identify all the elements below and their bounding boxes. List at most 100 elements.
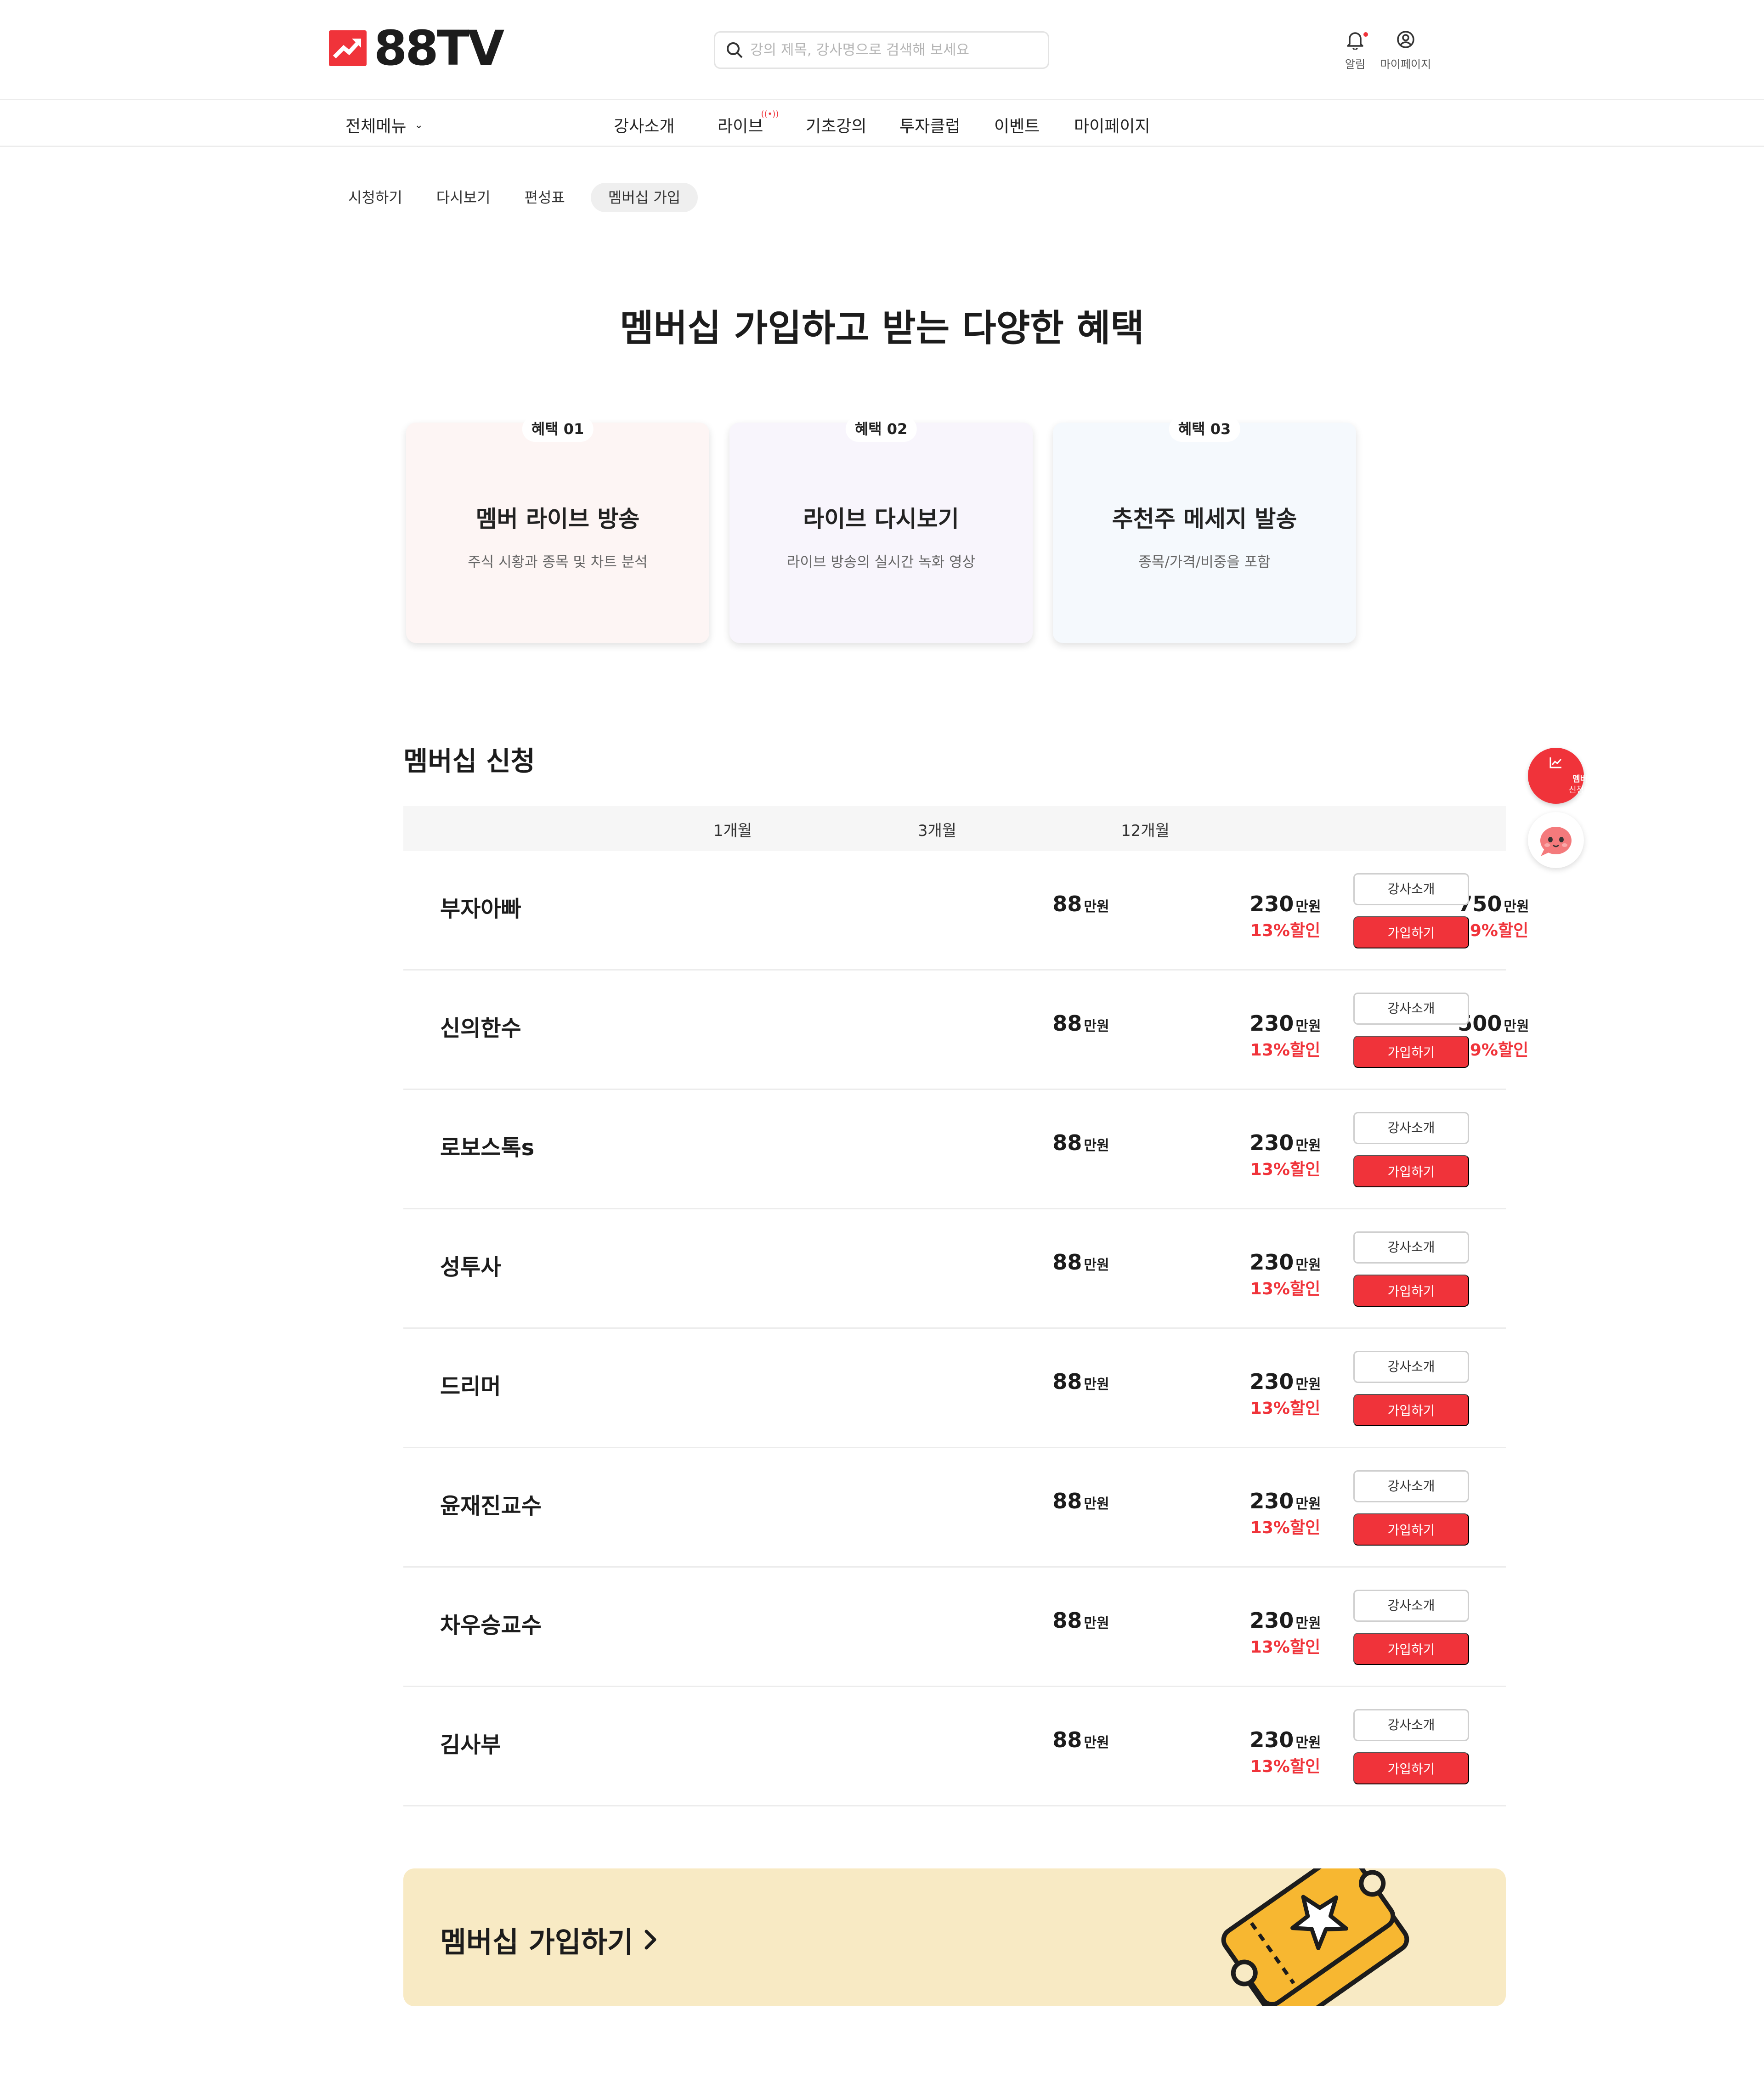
price-amount: 230 bbox=[1250, 1250, 1294, 1275]
benefit-title: 라이브 다시보기 bbox=[803, 506, 959, 532]
instructor-intro-button[interactable]: 강사소개 bbox=[1353, 1470, 1469, 1502]
price-3month: 230 만원 13%할인 bbox=[1216, 1608, 1354, 1658]
all-menu-button[interactable]: 전체메뉴 ⌄ bbox=[345, 113, 423, 137]
price-unit: 만원 bbox=[1295, 1496, 1321, 1512]
column-header-1month: 1개월 bbox=[713, 822, 752, 840]
instructor-intro-button[interactable]: 강사소개 bbox=[1353, 993, 1469, 1025]
instructor-name: 부자아빠 bbox=[440, 896, 521, 922]
instructor-intro-button[interactable]: 강사소개 bbox=[1353, 1112, 1469, 1144]
instructor-name: 차우승교수 bbox=[440, 1613, 542, 1638]
price-amount: 88 bbox=[1052, 1608, 1082, 1633]
tab-replay[interactable]: 다시보기 bbox=[428, 183, 499, 212]
instructor-intro-button[interactable]: 강사소개 bbox=[1353, 1709, 1469, 1741]
benefit-desc: 라이브 방송의 실시간 녹화 영상 bbox=[786, 554, 976, 570]
price-amount: 230 bbox=[1250, 892, 1294, 916]
ticket-star-icon bbox=[1221, 1868, 1409, 2006]
mypage-button[interactable]: 마이페이지 bbox=[1378, 29, 1433, 71]
instructor-name: 드리머 bbox=[440, 1374, 501, 1400]
nav-item-event[interactable]: 이벤트 bbox=[994, 113, 1040, 137]
join-button[interactable]: 가입하기 bbox=[1353, 1394, 1469, 1426]
bell-icon bbox=[1347, 32, 1363, 51]
logo-text: 88TV bbox=[374, 20, 504, 76]
price-unit: 만원 bbox=[1084, 1138, 1109, 1154]
benefit-title: 추천주 메세지 발송 bbox=[1112, 506, 1297, 532]
table-row: 차우승교수 88 만원 230 만원 13%할인 강사소개 가입하기 bbox=[403, 1568, 1506, 1687]
price-unit: 만원 bbox=[1295, 1018, 1321, 1034]
instructor-intro-button[interactable]: 강사소개 bbox=[1353, 1351, 1469, 1383]
alarm-button[interactable]: 알림 bbox=[1341, 29, 1369, 71]
nav-item-live-label: 라이브 bbox=[718, 117, 763, 136]
chat-character-icon bbox=[1540, 827, 1572, 856]
table-row: 드리머 88 만원 230 만원 13%할인 강사소개 가입하기 bbox=[403, 1329, 1506, 1448]
floating-chat-button[interactable] bbox=[1528, 812, 1584, 868]
join-button[interactable]: 가입하기 bbox=[1353, 916, 1469, 948]
nav-item-mypage[interactable]: 마이페이지 bbox=[1074, 113, 1150, 137]
floating-join-button[interactable]: 멤버십 신청하기 bbox=[1528, 748, 1599, 804]
price-1month: 88 만원 bbox=[1012, 892, 1150, 916]
chevron-right-icon bbox=[645, 1930, 656, 1950]
banner-link[interactable]: 멤버십 가입하기 bbox=[440, 1919, 657, 1960]
tab-schedule[interactable]: 편성표 bbox=[516, 183, 573, 212]
price-unit: 만원 bbox=[1084, 1257, 1109, 1273]
join-button[interactable]: 가입하기 bbox=[1353, 1155, 1469, 1187]
floating-join-line1: 멤버십 bbox=[1572, 774, 1595, 784]
price-1month: 88 만원 bbox=[1012, 1250, 1150, 1275]
price-unit: 만원 bbox=[1295, 1138, 1321, 1154]
price-unit: 만원 bbox=[1084, 1377, 1109, 1393]
price-1month: 88 만원 bbox=[1012, 1727, 1150, 1752]
instructor-name: 성투사 bbox=[440, 1254, 501, 1280]
nav-item-basic-lecture[interactable]: 기초강의 bbox=[806, 113, 866, 137]
instructor-intro-button[interactable]: 강사소개 bbox=[1353, 1231, 1469, 1264]
price-1month: 88 만원 bbox=[1012, 1608, 1150, 1633]
logo[interactable]: 88TV bbox=[329, 20, 504, 76]
instructor-intro-button[interactable]: 강사소개 bbox=[1353, 873, 1469, 905]
search-box[interactable] bbox=[714, 31, 1049, 69]
tab-membership[interactable]: 멤버십 가입 bbox=[590, 183, 698, 212]
tab-watch[interactable]: 시청하기 bbox=[340, 183, 411, 212]
price-1month: 88 만원 bbox=[1012, 1130, 1150, 1155]
nav-item-live[interactable]: 라이브 ((•)) bbox=[718, 109, 779, 137]
instructor-name: 로보스톡s bbox=[440, 1135, 535, 1161]
price-unit: 만원 bbox=[1504, 899, 1529, 915]
discount-label: 13%할인 bbox=[1250, 1518, 1321, 1537]
price-unit: 만원 bbox=[1295, 899, 1321, 915]
join-button[interactable]: 가입하기 bbox=[1353, 1275, 1469, 1307]
nav-item-invest-club[interactable]: 투자클럽 bbox=[899, 113, 960, 137]
live-broadcast-icon: ((•)) bbox=[761, 109, 779, 119]
join-button[interactable]: 가입하기 bbox=[1353, 1633, 1469, 1665]
price-unit: 만원 bbox=[1295, 1257, 1321, 1273]
alarm-label: 알림 bbox=[1345, 58, 1366, 71]
price-3month: 230 만원 13%할인 bbox=[1216, 1489, 1354, 1538]
page-title: 멤버십 가입하고 받는 다양한 혜택 bbox=[620, 307, 1144, 350]
join-button[interactable]: 가입하기 bbox=[1353, 1513, 1469, 1546]
price-unit: 만원 bbox=[1084, 899, 1109, 915]
table-header: 1개월 3개월 12개월 bbox=[403, 806, 1506, 851]
price-amount: 88 bbox=[1052, 1011, 1082, 1036]
site-header: 88TV 알림 마이페이지 bbox=[0, 0, 1764, 100]
discount-label: 13%할인 bbox=[1250, 1638, 1321, 1657]
sub-tabs: 시청하기 다시보기 편성표 멤버십 가입 bbox=[340, 183, 715, 212]
instructor-intro-button[interactable]: 강사소개 bbox=[1353, 1590, 1469, 1622]
join-button[interactable]: 가입하기 bbox=[1353, 1752, 1469, 1784]
benefit-card: 혜택 01 멤버 라이브 방송 주식 시황과 종목 및 차트 분석 bbox=[406, 416, 709, 643]
benefit-desc: 종목/가격/비중을 포함 bbox=[1138, 554, 1271, 570]
price-amount: 230 bbox=[1250, 1369, 1294, 1394]
price-amount: 88 bbox=[1052, 1489, 1082, 1513]
table-row: 성투사 88 만원 230 만원 13%할인 강사소개 가입하기 bbox=[403, 1209, 1506, 1329]
join-button[interactable]: 가입하기 bbox=[1353, 1036, 1469, 1068]
price-amount: 88 bbox=[1052, 1727, 1082, 1752]
benefit-tag: 혜택 01 bbox=[522, 416, 594, 442]
search-icon[interactable] bbox=[725, 41, 744, 59]
benefit-tag: 혜택 03 bbox=[1169, 416, 1240, 442]
price-amount: 230 bbox=[1250, 1011, 1294, 1036]
discount-label: 13%할인 bbox=[1250, 1757, 1321, 1776]
price-unit: 만원 bbox=[1504, 1018, 1529, 1034]
table-row: 부자아빠 88 만원 230 만원 13%할인 750 만원 29%할인 강사소개 가입하기 bbox=[403, 851, 1529, 971]
price-unit: 만원 bbox=[1295, 1615, 1321, 1631]
price-unit: 만원 bbox=[1084, 1615, 1109, 1631]
column-header-12month: 12개월 bbox=[1121, 822, 1170, 840]
search-input[interactable] bbox=[750, 42, 1026, 58]
discount-label: 13%할인 bbox=[1250, 1160, 1321, 1179]
nav-item-instructors[interactable]: 강사소개 bbox=[614, 113, 674, 137]
membership-join-banner[interactable]: 멤버십 가입하기 bbox=[403, 1868, 1506, 2006]
